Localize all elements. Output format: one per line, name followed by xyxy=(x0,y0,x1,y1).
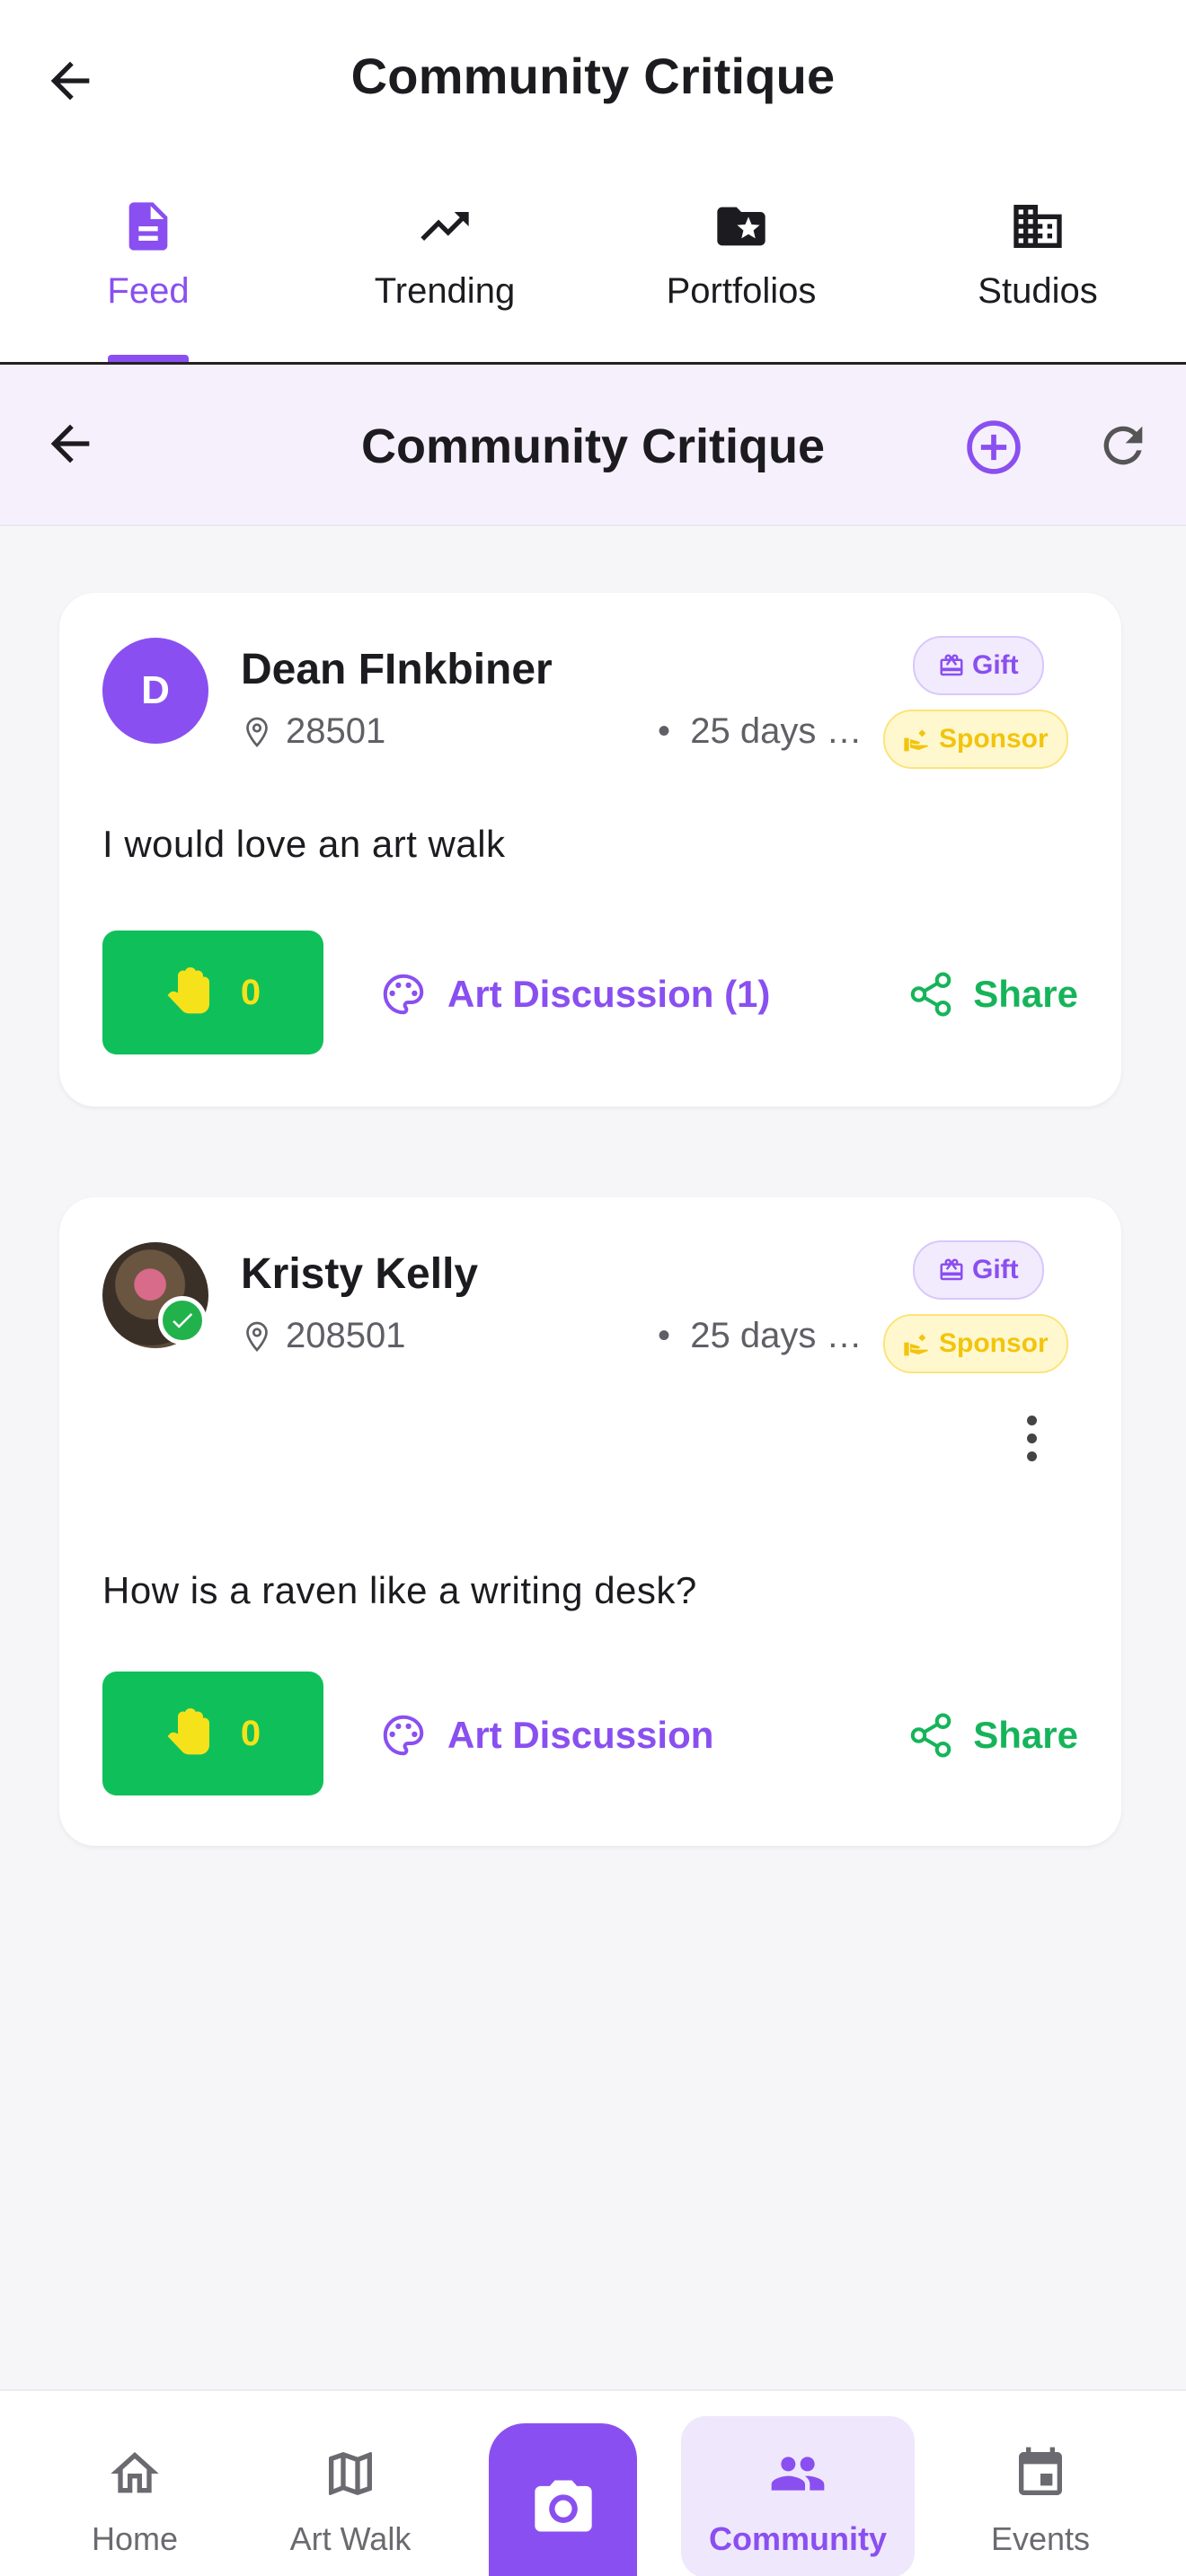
camera-button[interactable] xyxy=(489,2423,637,2576)
sponsor-hand-icon xyxy=(904,729,928,752)
building-icon xyxy=(1013,205,1062,248)
nav-events[interactable]: Events xyxy=(960,2391,1121,2576)
tab-label: Portfolios xyxy=(666,271,817,311)
app-bar: Community Critique xyxy=(0,0,1186,157)
palette-icon xyxy=(383,1715,424,1756)
raised-hand-icon xyxy=(167,1708,209,1755)
palette-icon xyxy=(383,974,424,1015)
home-icon xyxy=(111,2452,159,2493)
more-options-icon[interactable] xyxy=(1003,1409,1060,1467)
share-icon xyxy=(910,1713,951,1758)
share-icon xyxy=(910,972,951,1017)
folder-star-icon xyxy=(717,207,766,246)
share-label: Share xyxy=(973,1714,1078,1756)
raised-hand-icon xyxy=(167,967,209,1014)
tab-label: Feed xyxy=(107,271,190,311)
discussion-label: Art Discussion xyxy=(447,1714,714,1756)
page-title: Community Critique xyxy=(350,48,836,104)
post-location: 208501 xyxy=(241,1316,405,1356)
active-tab-indicator xyxy=(108,355,189,362)
calendar-icon xyxy=(1019,2447,1062,2495)
time-text: 25 days … xyxy=(690,711,863,751)
post-message: How is a raven like a writing desk? xyxy=(102,1569,697,1611)
time-text: 25 days … xyxy=(690,1316,863,1355)
map-icon xyxy=(329,2452,372,2495)
post-card: D Dean FInkbiner 28501 • 25 days … Gift … xyxy=(59,593,1121,1107)
discussion-label: Art Discussion (1) xyxy=(447,973,771,1015)
nav-label: Community xyxy=(709,2520,887,2557)
tab-trending[interactable]: Trending xyxy=(296,157,593,362)
gift-badge[interactable]: Gift xyxy=(913,1240,1044,1300)
section-header: Community Critique xyxy=(0,365,1186,526)
article-icon xyxy=(128,202,168,251)
nav-label: Events xyxy=(990,2520,1091,2557)
location-pin-icon xyxy=(246,717,268,747)
nav-community[interactable]: Community xyxy=(681,2416,915,2576)
nav-art-walk[interactable]: Art Walk xyxy=(270,2391,431,2576)
camera-icon xyxy=(534,2480,592,2532)
verified-check-icon xyxy=(158,1296,207,1345)
hands-count: 0 xyxy=(240,972,261,1012)
share-button[interactable]: Share xyxy=(907,1711,1078,1760)
art-discussion-link[interactable]: Art Discussion xyxy=(379,1711,713,1760)
tab-label: Studios xyxy=(978,271,1098,311)
post-message: I would love an art walk xyxy=(102,823,506,865)
share-label: Share xyxy=(973,973,1078,1015)
bottom-navigation: Home Art Walk Community Events xyxy=(0,2389,1186,2576)
nav-label: Home xyxy=(91,2520,179,2557)
share-button[interactable]: Share xyxy=(907,970,1078,1019)
raise-hand-button[interactable]: 0 xyxy=(102,1672,323,1795)
tab-studios[interactable]: Studios xyxy=(890,157,1186,362)
location-text: 208501 xyxy=(286,1316,406,1355)
hands-count: 0 xyxy=(240,1713,261,1753)
author-name[interactable]: Dean FInkbiner xyxy=(241,645,553,694)
tab-label: Trending xyxy=(374,271,516,311)
tab-feed[interactable]: Feed xyxy=(0,157,296,362)
gift-icon xyxy=(940,1258,963,1281)
art-discussion-link[interactable]: Art Discussion (1) xyxy=(379,970,770,1019)
gift-label: Gift xyxy=(972,1255,1019,1284)
sponsor-badge[interactable]: Sponsor xyxy=(883,710,1068,769)
nav-label: Art Walk xyxy=(289,2520,412,2557)
trending-up-icon xyxy=(420,212,469,241)
sponsor-badge[interactable]: Sponsor xyxy=(883,1314,1068,1373)
post-location: 28501 xyxy=(241,711,385,752)
avatar[interactable]: D xyxy=(102,638,208,744)
nav-home[interactable]: Home xyxy=(54,2391,216,2576)
gift-badge[interactable]: Gift xyxy=(913,636,1044,695)
gift-label: Gift xyxy=(972,650,1019,680)
post-card: Kristy Kelly 208501 • 25 days … Gift Spo… xyxy=(59,1197,1121,1846)
gift-icon xyxy=(940,654,963,676)
sponsor-hand-icon xyxy=(904,1334,928,1356)
post-time: • 25 days … xyxy=(658,711,863,751)
people-icon xyxy=(771,2457,825,2491)
post-time: • 25 days … xyxy=(658,1316,863,1355)
location-text: 28501 xyxy=(286,711,386,751)
add-circle-icon[interactable] xyxy=(963,417,1024,478)
sponsor-label: Sponsor xyxy=(939,724,1049,754)
author-name[interactable]: Kristy Kelly xyxy=(241,1249,478,1299)
refresh-icon[interactable] xyxy=(1094,417,1152,474)
tab-bar: Feed Trending Portfolios Studios xyxy=(0,157,1186,365)
location-pin-icon xyxy=(246,1321,268,1352)
sponsor-label: Sponsor xyxy=(939,1328,1049,1358)
tab-portfolios[interactable]: Portfolios xyxy=(593,157,890,362)
raise-hand-button[interactable]: 0 xyxy=(102,931,323,1054)
